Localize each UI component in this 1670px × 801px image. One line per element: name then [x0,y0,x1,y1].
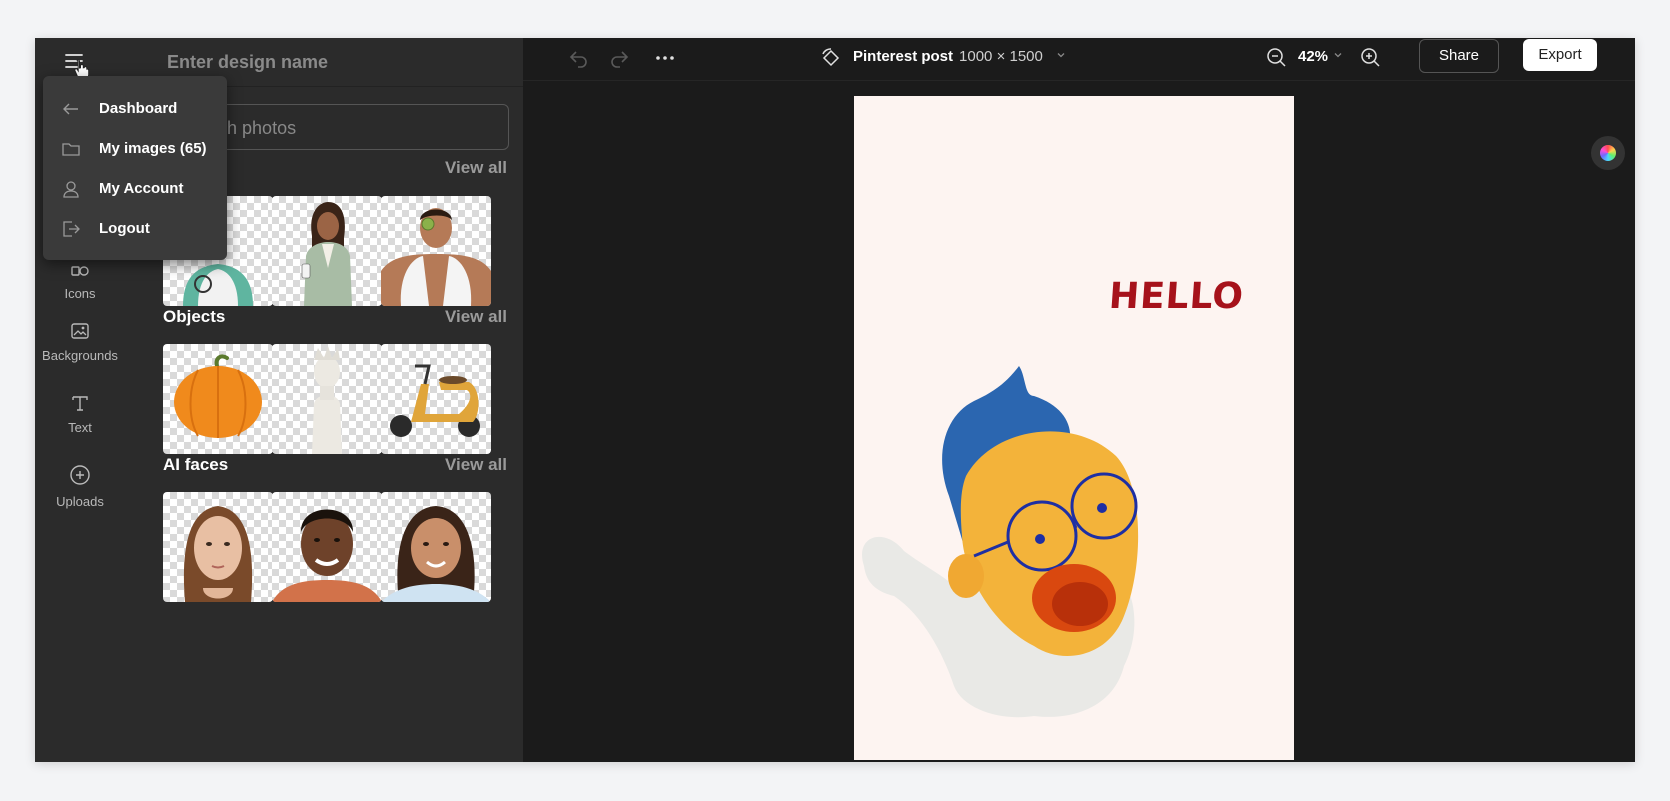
menu-item-dashboard[interactable]: Dashboard [43,92,227,126]
plus-circle-icon [70,465,90,485]
main-menu-dropdown: Dashboard My images (65) My Account Logo… [43,76,227,260]
thumb-person-woman-suit[interactable] [272,196,382,306]
rail-item-text[interactable]: Text [35,394,125,435]
thumb-object-statue[interactable] [272,344,382,454]
editor-app: Icons Backgrounds Text Uploads Enter des… [35,38,1635,762]
chevron-down-icon [1057,53,1065,58]
undo-icon[interactable] [567,46,591,70]
user-icon [63,181,79,198]
rail-item-uploads[interactable]: Uploads [35,464,125,509]
menu-item-logout[interactable]: Logout [43,212,227,246]
redo-icon[interactable] [607,46,631,70]
menu-item-label: Dashboard [99,100,178,117]
format-selector[interactable]: Pinterest post 1000 × 1500 [853,48,1067,65]
thumb-face-girl[interactable] [381,492,491,602]
more-options-icon[interactable] [653,46,677,70]
section-title-objects: Objects [163,307,226,326]
thumb-object-pumpkin[interactable] [163,344,273,454]
thumb-face-woman[interactable] [163,492,273,602]
chevron-down-icon [1334,53,1342,58]
rail-item-backgrounds[interactable]: Backgrounds [35,322,125,363]
thumb-object-scooter[interactable] [381,344,491,454]
design-canvas[interactable]: HELLO [854,96,1294,760]
color-palette-button[interactable] [1591,136,1625,170]
zoom-in-icon[interactable] [1359,46,1383,70]
share-button[interactable]: Share [1419,39,1499,73]
view-all-link[interactable]: View all [445,307,507,327]
resize-format-icon[interactable] [819,46,843,70]
logout-icon [63,221,80,237]
menu-item-label: My images (65) [99,140,207,157]
thumb-face-man[interactable] [272,492,382,602]
top-toolbar: Pinterest post 1000 × 1500 42% Share Expo… [523,38,1635,81]
section-title-ai-faces: AI faces [163,455,229,474]
rail-item-label: Uploads [56,494,104,509]
format-name: Pinterest post [853,48,954,65]
rail-item-label: Backgrounds [42,348,118,363]
hamburger-menu-button[interactable] [59,46,90,80]
color-wheel-icon [1600,145,1616,161]
export-button[interactable]: Export [1523,39,1597,71]
thumb-person-man-towel[interactable] [381,196,491,306]
icons-icon [71,266,89,276]
menu-item-my-account[interactable]: My Account [43,172,227,206]
zoom-value: 42% [1298,48,1329,65]
format-dims: 1000 × 1500 [959,48,1043,65]
folder-icon [62,143,80,156]
arrow-left-icon [63,103,78,115]
rail-item-icons[interactable]: Icons [35,260,125,301]
menu-item-my-images[interactable]: My images (65) [43,132,227,166]
zoom-out-icon[interactable] [1265,46,1289,70]
menu-item-label: Logout [99,220,150,237]
zoom-level[interactable]: 42% [1298,48,1344,65]
menu-item-label: My Account [99,180,184,197]
cartoon-character-graphic[interactable] [854,96,1294,760]
text-icon [72,396,88,411]
rail-item-label: Text [68,420,92,435]
rail-item-label: Icons [64,286,96,301]
view-all-link[interactable]: View all [445,455,507,475]
design-name-input[interactable] [165,46,489,78]
view-all-link[interactable]: View all [445,158,507,178]
image-icon [71,323,89,339]
